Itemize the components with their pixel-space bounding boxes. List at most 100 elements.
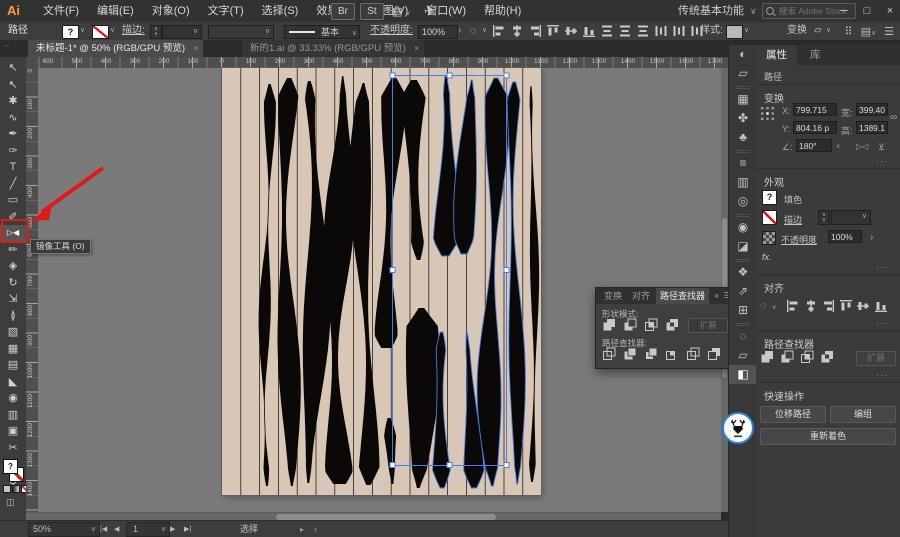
- status-back-icon[interactable]: ‹: [314, 521, 317, 537]
- align-v-center-icon[interactable]: [856, 299, 870, 313]
- menu-list-icon[interactable]: ☰: [884, 25, 894, 38]
- key-object-icon[interactable]: ◌: [470, 22, 477, 40]
- stock-button[interactable]: St: [360, 3, 384, 20]
- export-panel-icon[interactable]: ⇗: [729, 282, 757, 301]
- selection-handle[interactable]: [389, 267, 396, 273]
- blend-tool[interactable]: ◉: [0, 390, 26, 406]
- last-artboard-icon[interactable]: ▶|: [184, 521, 191, 537]
- more-options-icon[interactable]: ···: [876, 156, 888, 166]
- merge-icon[interactable]: [644, 347, 660, 361]
- stroke-weight-stepper[interactable]: ∧ ∨: [818, 210, 830, 225]
- minus-front-icon[interactable]: [623, 318, 639, 332]
- align-h-center-icon[interactable]: [510, 24, 524, 38]
- minus-back-icon[interactable]: [707, 347, 723, 361]
- window-maximize-button[interactable]: □: [856, 0, 878, 22]
- transform-icon[interactable]: ▱: [814, 22, 822, 40]
- group-button[interactable]: 编组: [830, 406, 896, 423]
- transparency-panel-icon[interactable]: ◎: [729, 192, 757, 211]
- stroke-color-swatch[interactable]: [92, 25, 109, 39]
- fill-chevron-icon[interactable]: ∨: [80, 22, 85, 40]
- constrain-proportions-icon[interactable]: ∞: [890, 112, 897, 123]
- op-art-artwork[interactable]: [222, 68, 541, 495]
- curvature-tool[interactable]: ✑: [0, 143, 26, 159]
- color-guide-panel-icon[interactable]: ▱: [729, 64, 757, 83]
- tab-transform[interactable]: 变换: [600, 288, 626, 304]
- align-to-icon[interactable]: ◌: [760, 300, 767, 312]
- color-panel-icon[interactable]: ◐: [729, 45, 757, 64]
- wavy-band-shape[interactable]: [529, 86, 540, 482]
- dist-h-center-icon[interactable]: [672, 24, 686, 38]
- flip-vertical-icon[interactable]: ⊻: [878, 142, 885, 153]
- tab-libraries[interactable]: 库: [800, 45, 831, 65]
- align-v-center-icon[interactable]: [564, 24, 578, 38]
- stroke-weight-label[interactable]: 描边:: [122, 22, 145, 40]
- menu-item[interactable]: 帮助(H): [475, 0, 530, 22]
- layers-panel-icon[interactable]: ❖: [729, 263, 757, 282]
- selection-tool[interactable]: ↖: [0, 60, 26, 76]
- slice-tool[interactable]: ✂: [0, 440, 26, 456]
- offset-path-button[interactable]: 位移路径: [760, 406, 826, 423]
- trim-icon[interactable]: [623, 347, 639, 361]
- align-top-icon[interactable]: [546, 24, 560, 38]
- workspace-switcher[interactable]: 传统基本功能 ∨: [678, 0, 757, 22]
- stroke-weight-dropdown[interactable]: ∨: [831, 210, 871, 225]
- zoom-level-dropdown[interactable]: 50% ∨: [28, 522, 100, 537]
- rectangle-tool[interactable]: ▭: [0, 192, 26, 208]
- unite-icon[interactable]: [760, 350, 775, 369]
- dist-v-bottom-icon[interactable]: [636, 24, 650, 38]
- align-left-icon[interactable]: [492, 24, 506, 38]
- align-top-icon[interactable]: [839, 299, 853, 313]
- stroke-label[interactable]: 描边: [784, 213, 802, 226]
- artboard-navigation-dropdown[interactable]: 1 ∨: [126, 522, 170, 537]
- opacity-more-icon[interactable]: ›: [870, 232, 873, 243]
- window-minimize-button[interactable]: ─: [833, 0, 855, 22]
- collapse-panel-icon[interactable]: »: [714, 288, 718, 304]
- asset-export-panel-icon[interactable]: ⊞: [729, 301, 757, 320]
- wavy-band-shape[interactable]: [401, 80, 440, 488]
- appearance-panel-icon[interactable]: ◉: [729, 218, 757, 237]
- direct-selection-tool[interactable]: ↖: [0, 77, 26, 93]
- intersect-icon[interactable]: [800, 350, 815, 369]
- shaper-tool[interactable]: ◈: [0, 258, 26, 274]
- close-tab-icon[interactable]: ×: [193, 40, 198, 57]
- width-profile-dropdown[interactable]: ∨: [208, 25, 274, 39]
- status-menu-icon[interactable]: ▸: [300, 521, 304, 537]
- align-bottom-icon[interactable]: [874, 299, 888, 313]
- tab-properties[interactable]: 属性: [756, 45, 797, 65]
- artboard-tool[interactable]: ▣: [0, 423, 26, 439]
- stroke-weight-stepper[interactable]: ∧ ∨: [150, 25, 162, 39]
- exclude-icon[interactable]: [665, 318, 681, 332]
- opacity-input[interactable]: [828, 230, 862, 243]
- dist-v-top-icon[interactable]: [600, 24, 614, 38]
- intersect-icon[interactable]: [644, 318, 660, 332]
- gradient-button[interactable]: [12, 485, 20, 493]
- align-bottom-icon[interactable]: [582, 24, 596, 38]
- more-options-icon[interactable]: ···: [876, 370, 888, 380]
- document-layout-icon[interactable]: ▤ ∨: [392, 5, 411, 18]
- wavy-band-shape[interactable]: [258, 84, 276, 486]
- fill-swatch[interactable]: ?: [762, 190, 777, 205]
- align-h-center-icon[interactable]: [804, 299, 818, 313]
- bridge-button[interactable]: Br: [331, 3, 355, 20]
- graphic-styles-panel-icon[interactable]: ◪: [729, 237, 757, 256]
- gradient-panel-icon[interactable]: ▥: [729, 173, 757, 192]
- line-segment-tool[interactable]: ╱: [0, 176, 26, 192]
- opacity-label[interactable]: 不透明度: [781, 233, 817, 246]
- expand-button[interactable]: 扩展: [688, 318, 728, 333]
- selection-handle[interactable]: [389, 72, 396, 79]
- more-options-icon[interactable]: ···: [876, 262, 888, 272]
- selection-handle[interactable]: [503, 72, 510, 79]
- next-artboard-icon[interactable]: ▶: [170, 521, 175, 537]
- align-right-icon[interactable]: [821, 299, 835, 313]
- menu-item[interactable]: 编辑(E): [88, 0, 143, 22]
- previous-artboard-icon[interactable]: ◀: [114, 521, 119, 537]
- opacity-more-icon[interactable]: ›: [458, 22, 461, 40]
- brushes-panel-icon[interactable]: ✤: [729, 109, 757, 128]
- menu-item[interactable]: 文字(T): [199, 0, 253, 22]
- transform-chevron-icon[interactable]: ∨: [826, 22, 831, 40]
- pathfinder-panel-icon[interactable]: ◧: [729, 365, 757, 384]
- y-input[interactable]: [793, 121, 837, 134]
- menu-item[interactable]: 选择(S): [253, 0, 308, 22]
- first-artboard-icon[interactable]: |◀: [100, 521, 107, 537]
- lasso-tool[interactable]: ∿: [0, 110, 26, 126]
